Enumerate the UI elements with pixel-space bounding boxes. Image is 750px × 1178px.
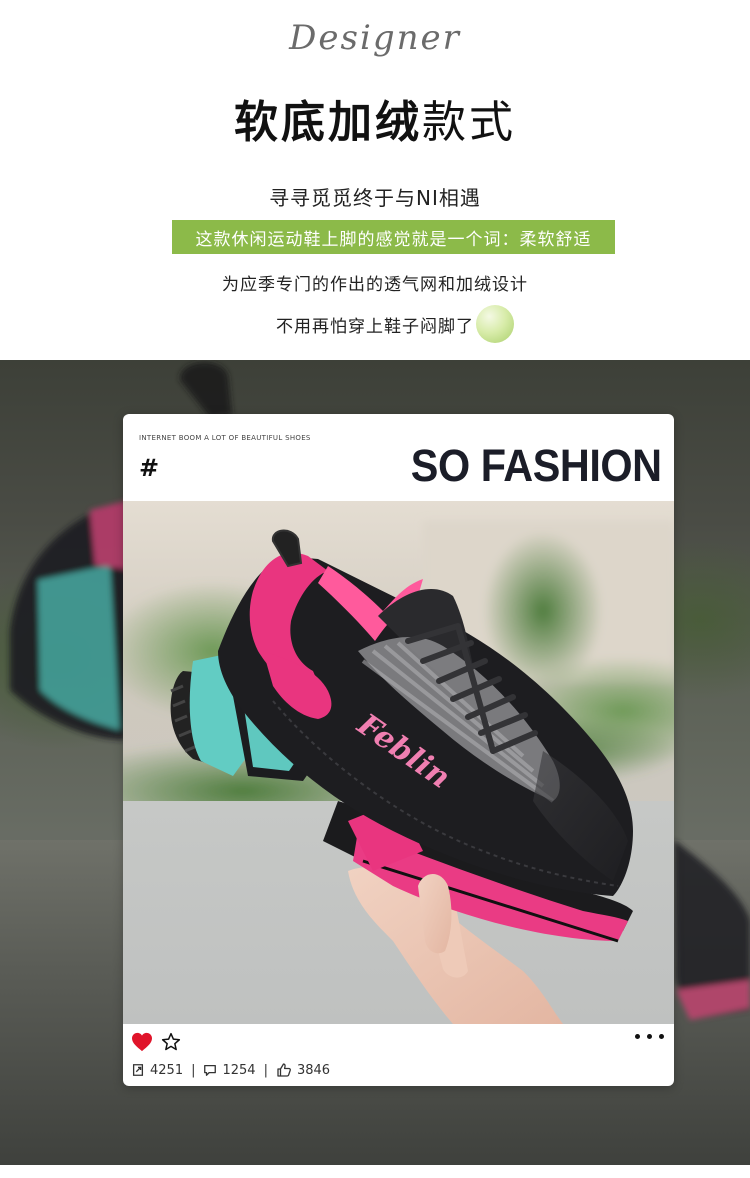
separator: |: [191, 1062, 196, 1078]
comment-icon: [204, 1064, 217, 1076]
post-actions: [123, 1024, 674, 1054]
shoe-illustration: Feblin: [123, 501, 674, 1024]
promo-header: Designer 软底加绒款式 寻寻觅觅终于与NI相遇 这款休闲运动鞋上脚的感觉…: [0, 0, 750, 360]
like-count-value: 3846: [296, 1062, 331, 1078]
tagline: 寻寻觅觅终于与NI相遇: [269, 186, 481, 210]
share-count-value: 4251: [150, 1062, 184, 1078]
card-caption: INTERNET BOOM A LOT OF BEAUTIFUL SHOES: [139, 434, 311, 442]
highlight-text: 这款休闲运动鞋上脚的感觉就是一个词：柔软舒适: [195, 229, 592, 250]
post-stats: 4251 | 1254 | 3846: [131, 1059, 330, 1081]
comfort-text: 不用再怕穿上鞋子闷脚了: [276, 317, 474, 337]
feature-text: 为应季专门的作出的透气网和加绒设计: [222, 275, 528, 295]
separator: |: [263, 1062, 268, 1078]
designer-script-heading: Designer: [289, 18, 461, 58]
title-bold: 软底加绒: [234, 97, 422, 148]
social-post-card: INTERNET BOOM A LOT OF BEAUTIFUL SHOES #…: [123, 414, 674, 1086]
like-count[interactable]: 3846: [276, 1062, 330, 1078]
hashtag-symbol: #: [139, 454, 160, 482]
comment-count-value: 1254: [222, 1062, 256, 1078]
comment-count[interactable]: 1254: [203, 1062, 256, 1078]
heart-icon[interactable]: [131, 1032, 153, 1056]
highlight-banner: 这款休闲运动鞋上脚的感觉就是一个词：柔软舒适: [172, 220, 615, 254]
share-icon: [132, 1064, 144, 1076]
more-dots-icon[interactable]: [635, 1034, 664, 1039]
title-regular: 款式: [422, 97, 516, 148]
share-count[interactable]: 4251: [131, 1063, 183, 1078]
shoe-photo: Feblin: [123, 501, 674, 1024]
page-title: 软底加绒款式: [0, 86, 750, 150]
thumbs-up-icon: [277, 1063, 291, 1077]
star-icon[interactable]: [161, 1032, 181, 1056]
card-headline: SO FASHION: [411, 440, 662, 491]
